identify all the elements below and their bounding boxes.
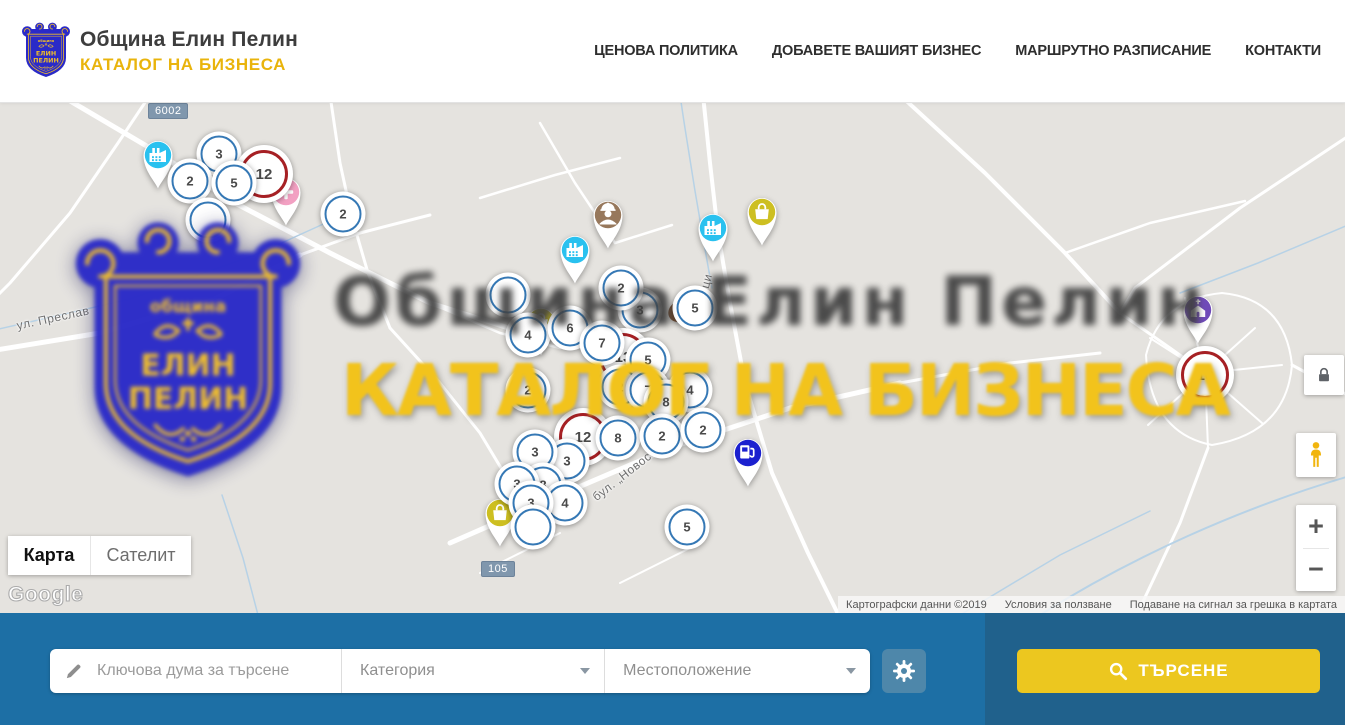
nav-route-schedule[interactable]: МАРШРУТНО РАЗПИСАНИЕ (1015, 43, 1211, 59)
cluster-marker[interactable] (186, 198, 231, 243)
chevron-down-icon (580, 668, 590, 674)
attribution-data: Картографски данни ©2019 (846, 599, 987, 611)
location-select[interactable]: Местоположение (605, 649, 870, 693)
cluster-marker[interactable] (486, 273, 531, 318)
search-bar: Категория Местоположение (0, 613, 1345, 725)
location-select-value: Местоположение (623, 662, 751, 680)
main-nav: ЦЕНОВА ПОЛИТИКА ДОБАВЕТЕ ВАШИЯТ БИЗНЕС М… (594, 43, 1321, 59)
fuel-pin-marker[interactable] (726, 432, 770, 488)
svg-text:община: община (38, 39, 55, 43)
cluster-marker[interactable]: 5 (665, 505, 710, 550)
search-button[interactable]: ТЪРСЕНЕ (1017, 649, 1320, 693)
gear-icon (892, 659, 916, 683)
keyword-segment (50, 649, 342, 693)
zoom-out-button[interactable]: − (1296, 549, 1336, 591)
site-title: Община Елин Пелин (80, 28, 298, 52)
map-type-control: Карта Сателит (8, 536, 191, 575)
bag-pin-marker[interactable] (740, 191, 784, 247)
google-logo[interactable]: Google (8, 583, 83, 607)
attribution-terms-link[interactable]: Условия за ползване (1005, 599, 1112, 611)
zoom-in-button[interactable]: + (1296, 506, 1336, 548)
cluster-marker[interactable]: 2 (321, 192, 366, 237)
pegman-icon (1305, 440, 1327, 470)
attribution-report-link[interactable]: Подаване на сигнал за грешка в картата (1130, 599, 1337, 611)
svg-text:ЕЛИН: ЕЛИН (36, 49, 56, 57)
cluster-marker[interactable]: 8 (596, 416, 641, 461)
cluster-marker[interactable]: 7 (580, 321, 625, 366)
cluster-marker[interactable]: 5 (212, 161, 257, 206)
cluster-marker[interactable]: 5 (673, 286, 718, 331)
nav-contacts[interactable]: КОНТАКТИ (1245, 43, 1321, 59)
road-number-badge: 6002 (148, 103, 188, 119)
worker-pin-marker[interactable] (586, 194, 630, 250)
category-select[interactable]: Категория (342, 649, 605, 693)
factory-pin-marker[interactable] (691, 207, 735, 263)
pencil-icon (64, 662, 83, 681)
map-attribution: Картографски данни ©2019 Условия за полз… (838, 596, 1345, 613)
nav-pricing-policy[interactable]: ЦЕНОВА ПОЛИТИКА (594, 43, 738, 59)
category-select-value: Категория (360, 662, 435, 680)
pegman-button[interactable] (1296, 433, 1336, 477)
road-number-badge: 105 (481, 561, 515, 577)
map-type-map-button[interactable]: Карта (8, 536, 91, 575)
cluster-marker[interactable]: 2 (506, 368, 551, 413)
cluster-marker[interactable]: 2 (681, 408, 726, 453)
search-icon (1108, 661, 1128, 681)
map-type-satellite-button[interactable]: Сателит (91, 536, 191, 575)
search-group: Категория Местоположение (50, 649, 870, 693)
svg-text:ПЕЛИН: ПЕЛИН (33, 57, 59, 65)
chevron-down-icon (846, 668, 856, 674)
advanced-search-button[interactable] (882, 649, 926, 693)
municipality-crest-icon: община ЕЛИН ПЕЛИН (22, 21, 70, 81)
map-canvas[interactable]: 6002 105 ул. Преслав бул. „Новосел ници … (0, 103, 1345, 613)
cluster-marker[interactable]: 4 (506, 313, 551, 358)
street-view-lock-button[interactable] (1304, 355, 1344, 395)
zoom-control: + − (1296, 505, 1336, 591)
cluster-marker[interactable] (511, 505, 556, 550)
cluster-marker[interactable]: 2 (599, 266, 644, 311)
keyword-search-input[interactable] (95, 661, 339, 681)
site-subtitle: КАТАЛОГ НА БИЗНЕСА (80, 55, 298, 75)
church-pin-marker[interactable] (1176, 289, 1220, 345)
site-header: община ЕЛИН ПЕЛИН Община Елин Пелин КАТА… (0, 0, 1345, 103)
lock-icon (1315, 366, 1333, 384)
cluster-marker[interactable]: 2 (640, 414, 685, 459)
cluster-marker[interactable]: 10 (1176, 346, 1234, 404)
site-logo[interactable]: община ЕЛИН ПЕЛИН Община Елин Пелин КАТА… (22, 21, 298, 81)
search-button-label: ТЪРСЕНЕ (1138, 661, 1228, 681)
nav-add-your-business[interactable]: ДОБАВЕТЕ ВАШИЯТ БИЗНЕС (772, 43, 981, 59)
